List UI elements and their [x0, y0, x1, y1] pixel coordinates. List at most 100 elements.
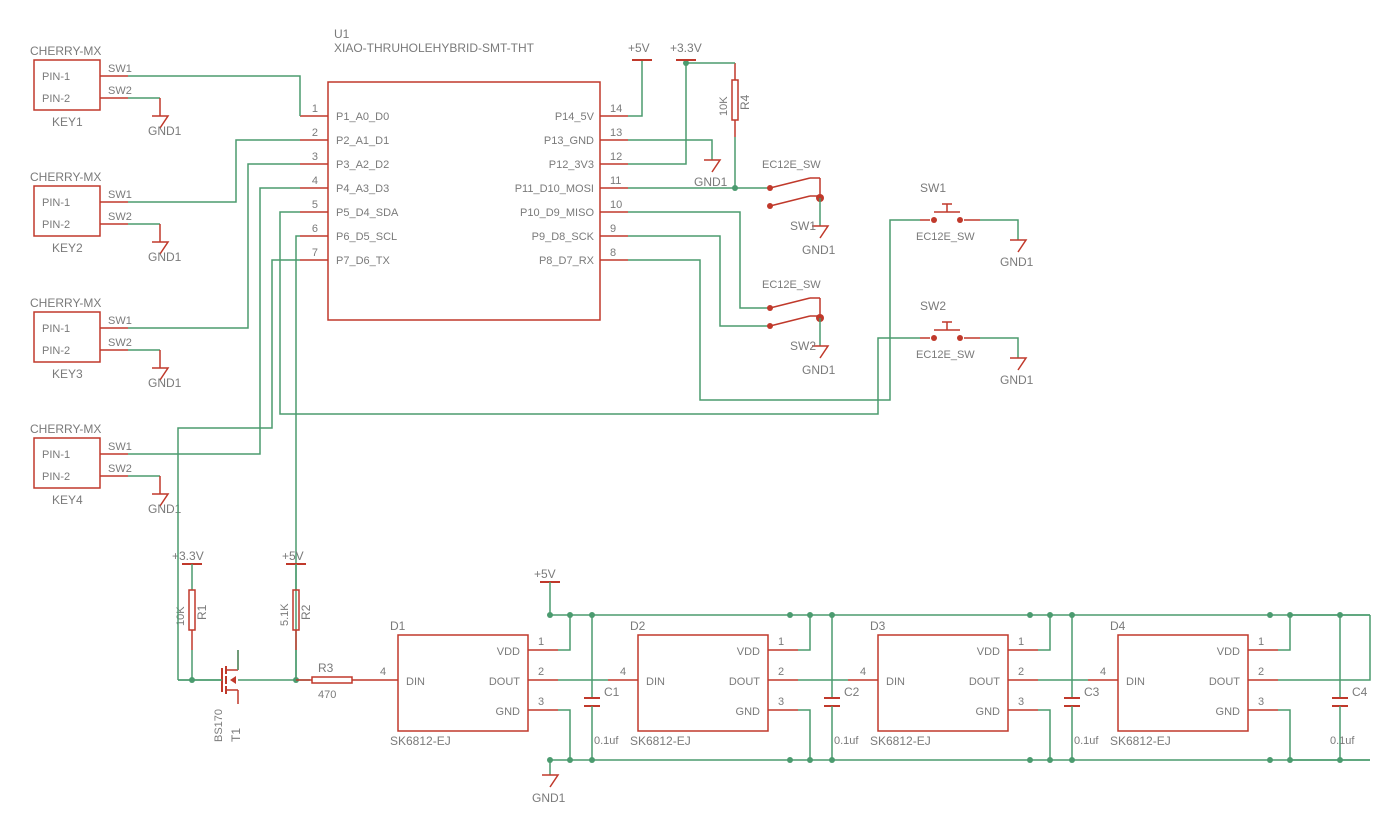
svg-text:SW2: SW2	[108, 85, 132, 97]
svg-text:SW2: SW2	[790, 339, 816, 353]
svg-text:DIN: DIN	[886, 676, 905, 688]
svg-text:GND1: GND1	[532, 791, 566, 805]
mcu-footprint: XIAO-THRUHOLEHYBRID-SMT-THT	[334, 41, 535, 55]
mcu-ref: U1	[334, 27, 350, 41]
svg-text:P12_3V3: P12_3V3	[549, 159, 594, 171]
svg-text:DIN: DIN	[646, 676, 665, 688]
svg-text:PIN-2: PIN-2	[42, 345, 70, 357]
svg-text:PIN-1: PIN-1	[42, 197, 70, 209]
encoder-sw2: EC12E_SW SW2 GND1	[762, 279, 836, 377]
svg-text:2: 2	[778, 666, 784, 678]
svg-text:GND1: GND1	[1000, 373, 1034, 387]
svg-text:VDD: VDD	[497, 646, 520, 658]
svg-text:P11_D10_MOSI: P11_D10_MOSI	[515, 183, 594, 195]
svg-text:P3_A2_D2: P3_A2_D2	[336, 159, 389, 171]
svg-text:470: 470	[318, 689, 336, 701]
svg-text:CHERRY-MX: CHERRY-MX	[30, 170, 101, 184]
mcu-right-pins: 14 P14_5V 13 P13_GND 12 P12_3V3 11 P11_D…	[515, 103, 628, 267]
svg-text:EC12E_SW: EC12E_SW	[762, 279, 821, 291]
svg-text:+3.3V: +3.3V	[670, 41, 702, 55]
svg-text:VDD: VDD	[737, 646, 760, 658]
svg-text:GND1: GND1	[802, 243, 836, 257]
svg-text:DIN: DIN	[406, 676, 425, 688]
svg-text:KEY2: KEY2	[52, 241, 83, 255]
cap-c2: C2 0.1uf	[824, 612, 860, 763]
svg-text:SK6812-EJ: SK6812-EJ	[630, 734, 691, 748]
svg-text:12: 12	[610, 151, 622, 163]
svg-text:3: 3	[778, 696, 784, 708]
svg-text:3: 3	[538, 696, 544, 708]
svg-text:10: 10	[610, 199, 622, 211]
svg-text:CHERRY-MX: CHERRY-MX	[30, 296, 101, 310]
svg-text:2: 2	[1258, 666, 1264, 678]
svg-text:D1: D1	[390, 619, 406, 633]
svg-text:P10_D9_MISO: P10_D9_MISO	[520, 207, 594, 219]
led-section: +3.3V 10K R1 BS170 T1 +5V 5.1K	[172, 260, 1370, 805]
svg-text:3: 3	[312, 151, 318, 163]
svg-text:0.1uf: 0.1uf	[594, 735, 619, 747]
svg-text:D4: D4	[1110, 619, 1126, 633]
svg-text:R1: R1	[195, 604, 209, 620]
svg-text:DOUT: DOUT	[729, 676, 760, 688]
svg-text:5.1K: 5.1K	[279, 603, 291, 626]
svg-text:1: 1	[1258, 636, 1264, 648]
svg-text:GND1: GND1	[148, 376, 182, 390]
cap-c1: C1 0.1uf	[584, 612, 620, 763]
svg-text:4: 4	[380, 666, 386, 678]
svg-text:VDD: VDD	[977, 646, 1000, 658]
svg-text:2: 2	[312, 127, 318, 139]
svg-text:SK6812-EJ: SK6812-EJ	[1110, 734, 1171, 748]
svg-text:CHERRY-MX: CHERRY-MX	[30, 44, 101, 58]
led-d2: D2 SK6812-EJ 4 DIN 1VDD 2DOUT 3GND	[608, 619, 798, 748]
svg-text:0.1uf: 0.1uf	[1330, 735, 1355, 747]
svg-text:DIN: DIN	[1126, 676, 1145, 688]
svg-text:PIN-2: PIN-2	[42, 471, 70, 483]
svg-text:T1: T1	[229, 728, 243, 742]
svg-text:3: 3	[1258, 696, 1264, 708]
svg-text:10K: 10K	[175, 606, 187, 626]
svg-text:4: 4	[860, 666, 866, 678]
svg-text:GND: GND	[976, 706, 1001, 718]
svg-text:SW2: SW2	[108, 337, 132, 349]
svg-text:DOUT: DOUT	[969, 676, 1000, 688]
svg-text:10K: 10K	[718, 96, 730, 116]
svg-text:P13_GND: P13_GND	[544, 135, 594, 147]
svg-text:13: 13	[610, 127, 622, 139]
svg-text:+5V: +5V	[534, 567, 556, 581]
svg-text:SW2: SW2	[108, 211, 132, 223]
svg-text:PIN-2: PIN-2	[42, 219, 70, 231]
svg-text:SW1: SW1	[108, 189, 132, 201]
svg-text:+5V: +5V	[282, 549, 304, 563]
svg-text:GND1: GND1	[694, 175, 728, 189]
svg-text:EC12E_SW: EC12E_SW	[916, 231, 975, 243]
cap-c3: C3 0.1uf	[1064, 612, 1100, 763]
svg-text:P1_A0_D0: P1_A0_D0	[336, 111, 389, 123]
svg-text:2: 2	[1018, 666, 1024, 678]
sw2-button: SW2 EC12E_SW	[916, 299, 980, 361]
svg-text:8: 8	[610, 247, 616, 259]
svg-text:C3: C3	[1084, 685, 1100, 699]
svg-text:3: 3	[1018, 696, 1024, 708]
svg-text:SW1: SW1	[790, 219, 816, 233]
svg-text:4: 4	[620, 666, 626, 678]
svg-text:GND1: GND1	[148, 250, 182, 264]
svg-text:11: 11	[610, 175, 621, 187]
svg-text:C1: C1	[604, 685, 620, 699]
svg-text:EC12E_SW: EC12E_SW	[916, 349, 975, 361]
svg-text:SK6812-EJ: SK6812-EJ	[390, 734, 451, 748]
svg-text:GND: GND	[736, 706, 761, 718]
svg-text:SW2: SW2	[108, 463, 132, 475]
svg-text:GND1: GND1	[148, 124, 182, 138]
svg-text:2: 2	[538, 666, 544, 678]
mcu-right-nets: +5V GND1 +3.3V 10K R4 EC12E_SW SW1 GND1 …	[280, 41, 1034, 414]
svg-text:R4: R4	[738, 94, 752, 110]
svg-text:CHERRY-MX: CHERRY-MX	[30, 422, 101, 436]
svg-text:4: 4	[312, 175, 318, 187]
svg-text:C2: C2	[844, 685, 860, 699]
schematic: U1 XIAO-THRUHOLEHYBRID-SMT-THT 1 P1_A0_D…	[0, 0, 1400, 823]
svg-text:+3.3V: +3.3V	[172, 549, 204, 563]
transistor-t1: BS170 T1	[192, 650, 243, 742]
svg-text:P2_A1_D1: P2_A1_D1	[336, 135, 389, 147]
led-d4: D4 SK6812-EJ 4 DIN 1VDD 2DOUT 3GND	[1088, 619, 1278, 748]
keys: CHERRY-MX PIN-1 PIN-2 KEY1 SW1 SW2 GND1 …	[30, 44, 300, 516]
